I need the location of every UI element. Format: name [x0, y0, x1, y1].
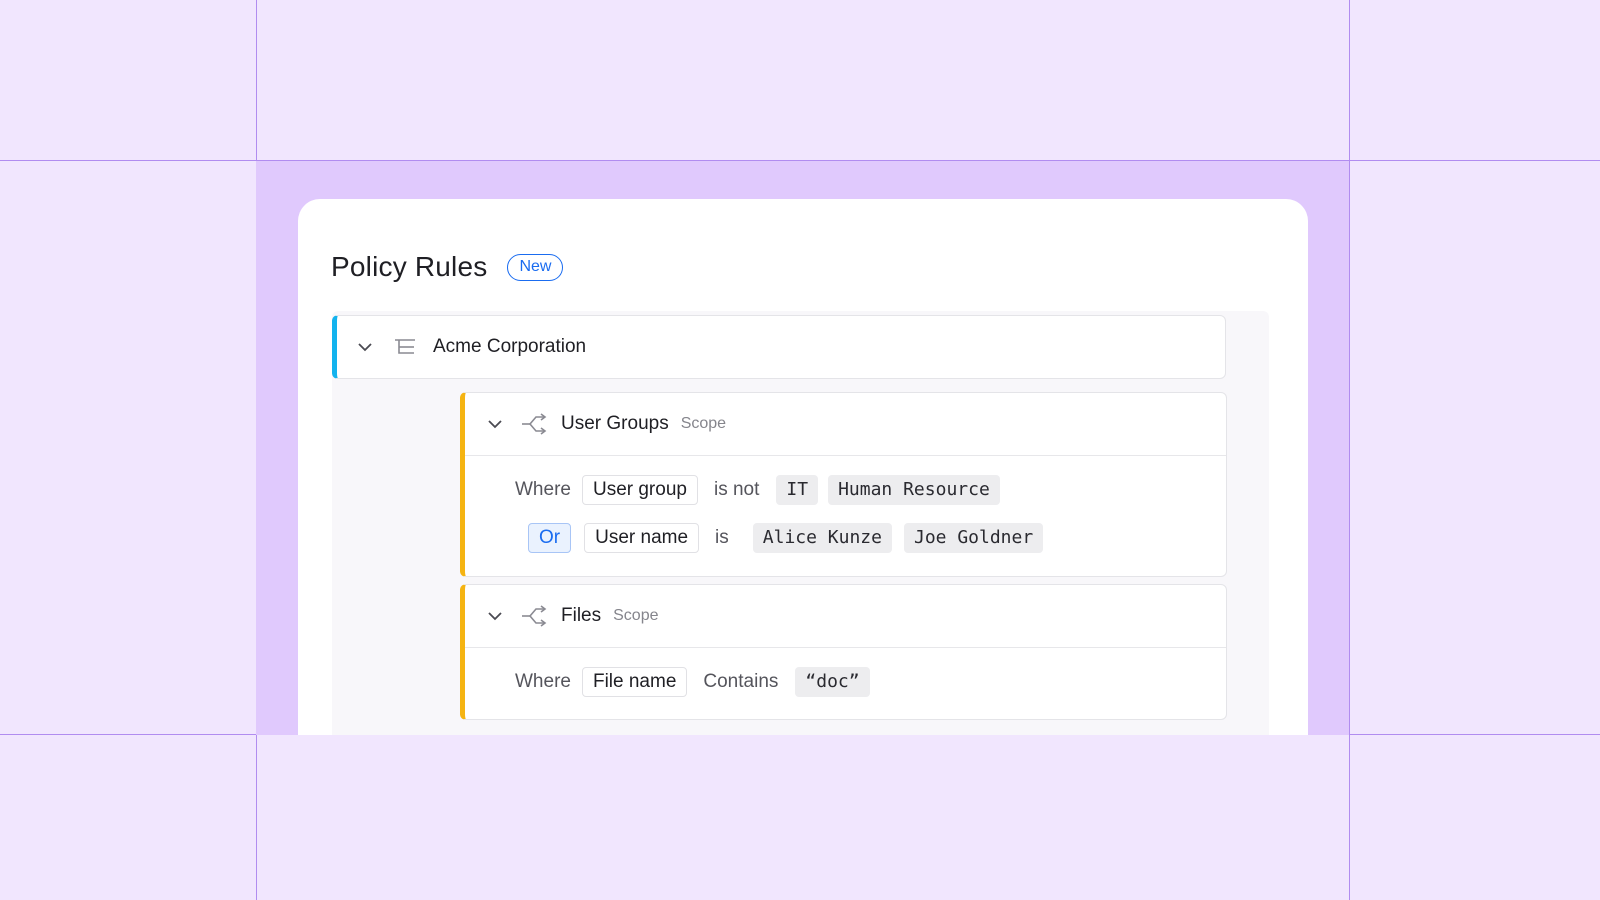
- scope-tag: Scope: [613, 607, 659, 624]
- scope-header[interactable]: User Groups Scope: [465, 393, 1226, 456]
- condition-row: Where File name Contains “doc”: [515, 666, 870, 698]
- condition-row: Or User name is Alice Kunze Joe Goldner: [528, 522, 1044, 554]
- or-connector-button[interactable]: Or: [528, 523, 572, 553]
- policy-rules-card: Policy Rules New Acme Corporation User G…: [298, 199, 1308, 735]
- value-chip[interactable]: Alice Kunze: [752, 523, 892, 553]
- chevron-down-icon[interactable]: [487, 608, 503, 624]
- operator-text[interactable]: Contains: [703, 671, 778, 693]
- field-chip[interactable]: File name: [581, 667, 688, 697]
- org-row-acme[interactable]: Acme Corporation: [332, 315, 1226, 379]
- highlight-frame: Policy Rules New Acme Corporation User G…: [256, 161, 1349, 735]
- branch-icon: [521, 605, 547, 627]
- tree-icon: [393, 336, 417, 358]
- scope-name: Files: [561, 605, 602, 626]
- scope-header[interactable]: Files Scope: [465, 585, 1226, 648]
- value-chip[interactable]: Joe Goldner: [903, 523, 1044, 553]
- page-title: Policy Rules: [331, 251, 488, 282]
- title-row: Policy Rules New: [331, 251, 564, 283]
- scope-name: User Groups: [561, 413, 669, 434]
- connector-where: Where: [515, 479, 571, 500]
- new-badge: New: [507, 253, 564, 281]
- operator-text[interactable]: is: [715, 527, 729, 549]
- scope-card-files: Files Scope Where File name Contains “do…: [460, 584, 1227, 720]
- chevron-down-icon[interactable]: [487, 416, 503, 432]
- field-chip[interactable]: User name: [584, 523, 700, 553]
- grid-line: [1349, 0, 1350, 900]
- field-chip[interactable]: User group: [581, 475, 698, 505]
- condition-row: Where User group is not IT Human Resourc…: [515, 474, 1000, 506]
- scope-tag: Scope: [680, 415, 727, 432]
- branch-icon: [521, 413, 547, 435]
- chevron-down-icon[interactable]: [357, 339, 373, 355]
- scope-card-user-groups: User Groups Scope Where User group is no…: [460, 392, 1227, 577]
- value-chip[interactable]: IT: [776, 475, 819, 505]
- org-name: Acme Corporation: [433, 336, 587, 357]
- value-chip[interactable]: Human Resource: [828, 475, 1000, 505]
- value-chip[interactable]: “doc”: [795, 667, 870, 697]
- connector-where: Where: [515, 671, 571, 692]
- operator-text[interactable]: is not: [714, 479, 759, 501]
